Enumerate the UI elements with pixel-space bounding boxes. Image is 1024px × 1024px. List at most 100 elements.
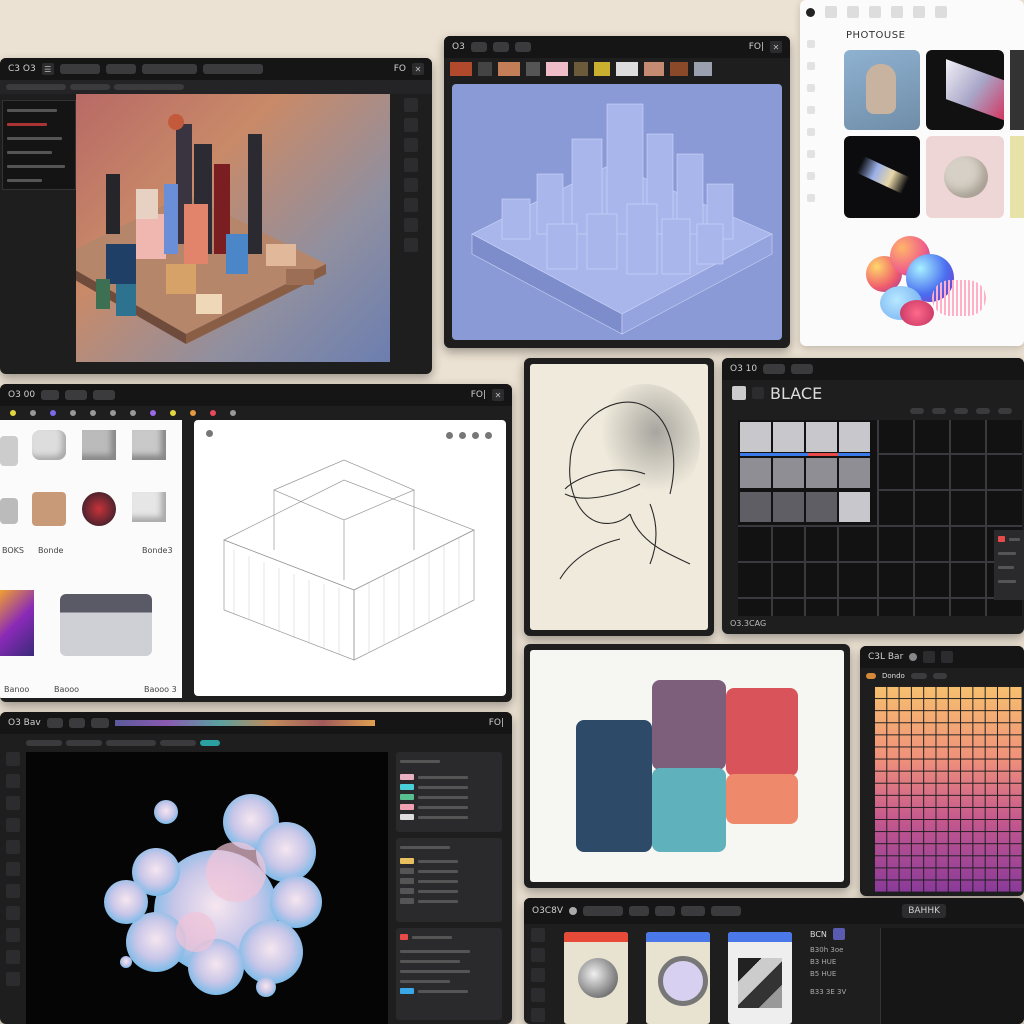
toolbar-slot[interactable] <box>90 718 109 728</box>
cell-grid[interactable] <box>738 420 1022 616</box>
toolbar-slot[interactable] <box>65 390 88 400</box>
thumbnail[interactable] <box>450 62 472 76</box>
model-thumb[interactable] <box>82 430 116 460</box>
color-dot[interactable] <box>150 410 156 416</box>
model-thumb[interactable] <box>32 430 66 460</box>
tool-slot[interactable] <box>866 673 876 679</box>
color-dot[interactable] <box>90 410 96 416</box>
thumbnail[interactable] <box>574 62 588 76</box>
toolbar-slot[interactable] <box>470 42 487 52</box>
settings-icon[interactable] <box>807 172 815 180</box>
close-icon[interactable]: ✕ <box>492 389 504 401</box>
help-icon[interactable] <box>807 194 815 202</box>
gallery-tile[interactable] <box>926 50 1004 130</box>
model-thumb[interactable] <box>0 590 34 656</box>
toolbar-slot[interactable] <box>710 906 741 916</box>
tool-slot[interactable] <box>70 84 110 90</box>
record-icon[interactable] <box>568 907 577 915</box>
toolbar-slot[interactable] <box>628 906 649 916</box>
color-dot[interactable] <box>130 410 136 416</box>
grid-icon[interactable] <box>847 6 859 18</box>
view-dot[interactable] <box>459 432 466 439</box>
text-icon[interactable] <box>891 6 903 18</box>
gradient-grid[interactable] <box>874 686 1022 892</box>
model-thumb[interactable] <box>132 430 166 460</box>
brush-icon[interactable] <box>6 840 20 854</box>
color-dot[interactable] <box>70 410 76 416</box>
color-dot[interactable] <box>210 410 216 416</box>
close-icon[interactable]: ✕ <box>770 41 782 53</box>
swatch-navy[interactable] <box>576 720 652 852</box>
eye-icon[interactable] <box>941 651 954 663</box>
toolbar-slot[interactable] <box>41 390 60 400</box>
color-dot[interactable] <box>110 410 116 416</box>
folder-icon[interactable] <box>807 128 815 136</box>
grab-icon[interactable] <box>6 928 20 942</box>
pinch-icon[interactable] <box>6 950 20 964</box>
thumbnail[interactable] <box>546 62 568 76</box>
tool-slot[interactable] <box>114 84 184 90</box>
scale-icon[interactable] <box>404 198 418 212</box>
layers-icon[interactable] <box>404 98 418 112</box>
swatch-teal[interactable] <box>652 768 726 852</box>
view-dot[interactable] <box>472 432 479 439</box>
tool-slot[interactable] <box>200 740 220 746</box>
record-icon[interactable] <box>806 7 815 17</box>
rotate-icon[interactable] <box>404 218 418 232</box>
smooth-icon[interactable] <box>6 906 20 920</box>
gallery-tile[interactable] <box>1010 50 1024 130</box>
tool-slot[interactable] <box>932 673 947 679</box>
view-dot[interactable] <box>446 432 453 439</box>
eye-icon[interactable] <box>404 138 418 152</box>
toolbar-slot[interactable] <box>202 64 263 74</box>
color-dot[interactable] <box>230 410 236 416</box>
spheres-render[interactable] <box>860 230 990 340</box>
toolbar-slot[interactable] <box>105 64 136 74</box>
brush-icon[interactable] <box>752 387 764 399</box>
model-thumb[interactable] <box>82 492 116 526</box>
tool-slot[interactable] <box>910 673 927 679</box>
toolbar-slot[interactable] <box>492 42 509 52</box>
gallery-tile[interactable] <box>1010 136 1024 218</box>
eraser-icon[interactable] <box>6 884 20 898</box>
tool-slot[interactable] <box>954 408 968 414</box>
color-dot[interactable] <box>50 410 56 416</box>
model-thumb[interactable] <box>60 594 152 656</box>
thumbnail[interactable] <box>498 62 520 76</box>
model-thumb[interactable] <box>0 498 18 524</box>
thumbnail[interactable] <box>694 62 712 76</box>
tool-slot[interactable] <box>998 408 1012 414</box>
view-dot[interactable] <box>485 432 492 439</box>
select-icon[interactable] <box>6 752 20 766</box>
brush-icon[interactable] <box>869 6 881 18</box>
gear-icon[interactable] <box>923 651 936 663</box>
thumbnail[interactable] <box>616 62 638 76</box>
heart-icon[interactable] <box>807 106 815 114</box>
palette-canvas[interactable] <box>530 650 844 882</box>
swatch-red[interactable] <box>726 688 798 776</box>
brush-icon[interactable] <box>404 118 418 132</box>
rotate-icon[interactable] <box>6 796 20 810</box>
toolbar-slot[interactable] <box>93 390 116 400</box>
model-thumb[interactable] <box>0 436 18 466</box>
camera-icon[interactable] <box>825 6 837 18</box>
toolbar-slot[interactable] <box>514 42 531 52</box>
toolbar-slot[interactable] <box>59 64 100 74</box>
sketch-canvas[interactable] <box>530 364 708 630</box>
thumbnail[interactable] <box>670 62 688 76</box>
toolbar-slot[interactable] <box>68 718 85 728</box>
thumbnail[interactable] <box>478 62 492 76</box>
toolbar-slot[interactable] <box>141 64 197 74</box>
toolbar-slot[interactable] <box>680 906 705 916</box>
color-dot[interactable] <box>190 410 196 416</box>
scale-icon[interactable] <box>6 818 20 832</box>
color-dot[interactable] <box>909 653 918 661</box>
gear-icon[interactable] <box>531 1008 545 1022</box>
model-thumb[interactable] <box>32 492 66 526</box>
tool-slot[interactable] <box>66 740 102 746</box>
move-icon[interactable] <box>404 178 418 192</box>
card-thumbnail[interactable] <box>728 932 792 1024</box>
color-ramp[interactable] <box>114 720 375 726</box>
tool-slot[interactable] <box>6 84 66 90</box>
toolbar-slot[interactable] <box>791 364 814 374</box>
